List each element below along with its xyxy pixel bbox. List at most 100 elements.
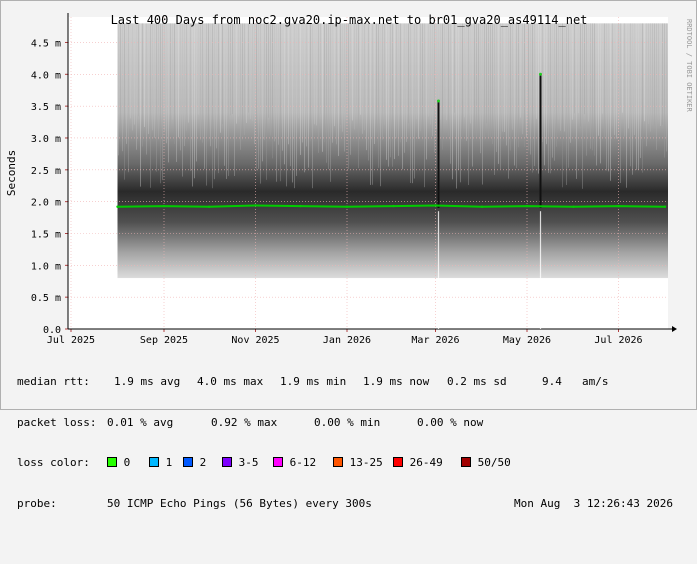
loss-color-label-text: 13-25 [343, 456, 383, 469]
smoke-streak [148, 23, 149, 134]
smoke-streak [384, 23, 385, 125]
y-tick-label: 1.0 m [31, 261, 61, 272]
median-rtt-row: median rtt: 1.9 ms avg 4.0 ms max 1.9 ms… [17, 375, 687, 389]
smoke-streak [340, 23, 341, 125]
chart-title: Last 400 Days from noc2.gva20.ip-max.net… [111, 13, 588, 27]
median-rtt-point [617, 204, 620, 208]
median-rtt-now: 1.9 ms now [363, 375, 430, 388]
rrdtool-watermark: RRDTOOL / TOBI OETIKER [685, 19, 693, 113]
smoke-streak [164, 23, 165, 131]
smokeping-graph: 0.0 0.5 m 1.0 m 1.5 m 2.0 m 2.5 m 3.0 m 3.5 m 4.… [0, 0, 697, 510]
smoke-streak [414, 23, 415, 179]
smoke-streak [274, 23, 275, 142]
smoke-streak [616, 23, 617, 139]
median-rtt-label: median rtt: [17, 375, 90, 388]
smoke-streak [502, 23, 503, 132]
smoke-streak [232, 23, 233, 115]
loss-color-swatch [222, 457, 232, 467]
smoke-streak [176, 23, 177, 162]
smoke-streak [538, 23, 539, 174]
smoke-streak [478, 23, 479, 133]
loss-color-label: loss color: [17, 456, 90, 469]
median-rtt-point [525, 204, 529, 208]
smoke-streak [594, 23, 595, 156]
smoke-streak [600, 23, 601, 164]
smoke-streak [140, 23, 141, 187]
median-rtt-line [117, 204, 666, 208]
smoke-streak [394, 23, 395, 160]
smoke-streak [286, 23, 287, 187]
smoke-streak [244, 23, 245, 136]
smoke-streak [352, 23, 353, 121]
packet-loss-avg: 0.01 % avg [107, 415, 174, 429]
smoke-streak [202, 23, 203, 143]
probe-description: 50 ICMP Echo Pings (56 Bytes) every 300s [107, 496, 372, 510]
smoke-streak [220, 23, 221, 133]
smoke-streak [372, 23, 373, 185]
smoke-streak [250, 23, 251, 120]
packet-loss-row: packet loss: 0.01 % avg 0.92 % max 0.00 … [17, 416, 687, 430]
smoke-streak [542, 23, 543, 143]
smoke-streak [462, 23, 463, 137]
smoke-streak [470, 23, 471, 124]
smoke-streak [200, 23, 201, 140]
loss-color-label-text: 50/50 [471, 456, 511, 469]
smoke-streak [210, 23, 211, 147]
smoke-streak [258, 23, 259, 169]
smoke-streak [278, 23, 279, 145]
smoke-streak [552, 23, 553, 158]
smoke-streak [312, 23, 313, 189]
smoke-streak [500, 23, 501, 170]
smoke-streak [454, 23, 455, 113]
smoke-streak [118, 23, 119, 156]
probe-timestamp: Mon Aug 3 12:26:43 2026 [514, 496, 673, 510]
smoke-streak [490, 23, 491, 138]
packet-loss-max: 0.92 % max [211, 415, 278, 429]
smoke-streak [472, 23, 473, 167]
smoke-streak [228, 23, 229, 176]
x-tick-label: May 2026 [503, 335, 551, 346]
median-rtt-point [207, 205, 211, 208]
median-rtt-point [162, 204, 166, 208]
smoke-streak [188, 23, 189, 123]
smoke-streak [284, 23, 285, 165]
smoke-streak [412, 23, 413, 184]
smoke-streak [544, 23, 545, 166]
smoke-streak [622, 23, 623, 113]
smoke-streak [348, 23, 349, 170]
smoke-streak [224, 23, 225, 166]
smoke-streak [460, 23, 461, 183]
packet-loss-now: 0.00 % now [417, 415, 484, 429]
smoke-streak [574, 23, 575, 114]
smoke-streak [142, 23, 143, 147]
smoke-streak [314, 23, 315, 125]
smoke-streak [362, 23, 363, 134]
smoke-streak [374, 23, 375, 144]
loss-color-label-text: 2 [193, 456, 207, 469]
loss-color-swatch [461, 457, 471, 467]
loss-color-swatch [107, 457, 117, 467]
smoke-streak [146, 23, 147, 155]
smoke-streak [506, 23, 507, 146]
loss-color-item: 0 [107, 456, 130, 470]
smoke-streak [514, 23, 515, 166]
smoke-streak [638, 23, 639, 170]
smoke-streak [468, 23, 469, 186]
median-rtt-am-unit: am/s [582, 375, 609, 388]
smoke-streak [584, 23, 585, 115]
smoke-streak [324, 23, 325, 143]
median-rtt-point [116, 205, 119, 208]
smoke-streak [370, 23, 371, 185]
y-tick-label: 4.5 m [31, 38, 61, 49]
smoke-streak [390, 23, 391, 158]
smoke-streak [298, 23, 299, 119]
smoke-streak [322, 23, 323, 152]
smoke-streak [360, 23, 361, 115]
median-rtt-point [480, 205, 484, 208]
loss-color-swatch [273, 457, 283, 467]
smoke-streak [636, 23, 637, 170]
smoke-streak [252, 23, 253, 121]
loss-color-item: 50/50 [461, 456, 511, 470]
smoke-streak [664, 23, 665, 158]
smoke-streak [366, 23, 367, 151]
